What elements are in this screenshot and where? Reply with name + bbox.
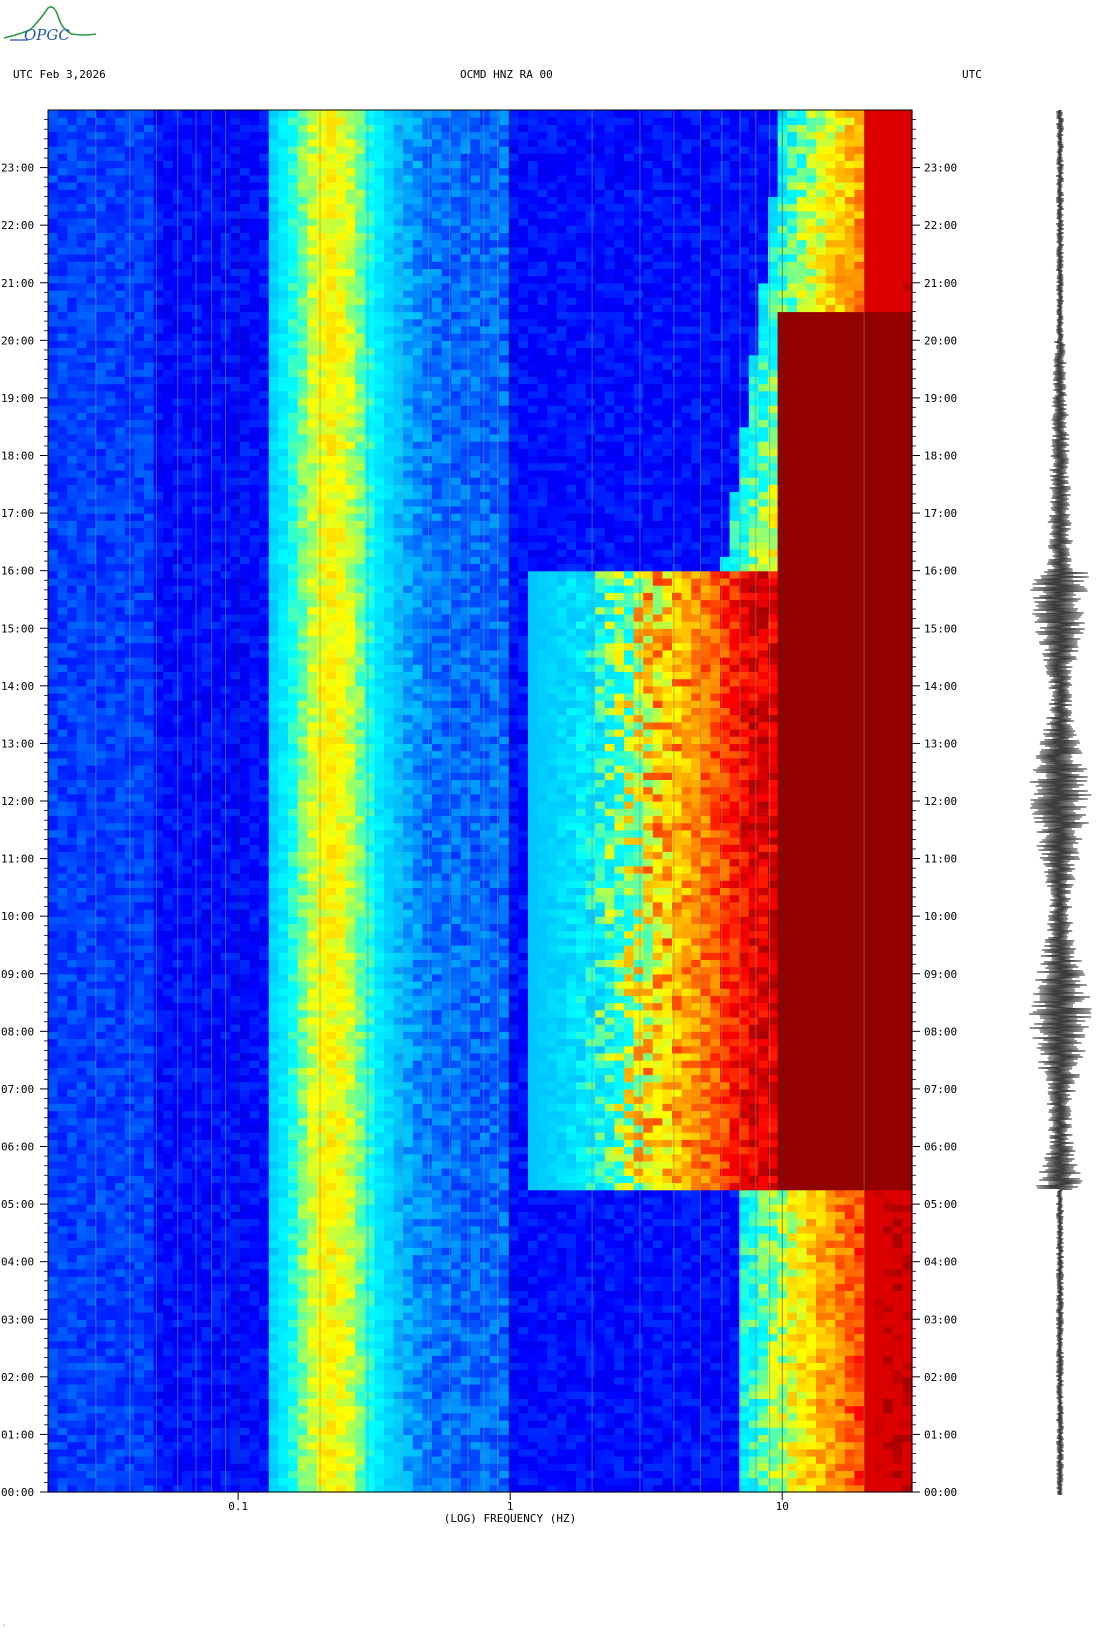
y-tick-label-left: 22:00 (1, 219, 34, 232)
y-tick-label-right: 13:00 (924, 737, 957, 750)
x-tick-label: 0.1 (228, 1500, 248, 1513)
y-tick-label-right: 22:00 (924, 219, 957, 232)
seismogram-trace (1028, 110, 1092, 1495)
y-tick-label-left: 04:00 (1, 1256, 34, 1269)
y-tick-label-right: 10:00 (924, 910, 957, 923)
y-tick-label-right: 11:00 (924, 853, 957, 866)
y-tick-label-left: 02:00 (1, 1371, 34, 1384)
y-tick-label-left: 16:00 (1, 565, 34, 578)
y-tick-label-right: 04:00 (924, 1256, 957, 1269)
y-tick-label-right: 21:00 (924, 277, 957, 290)
y-tick-label-right: 03:00 (924, 1313, 957, 1326)
y-tick-label-left: 14:00 (1, 680, 34, 693)
y-tick-label-left: 11:00 (1, 853, 34, 866)
y-tick-label-left: 09:00 (1, 968, 34, 981)
seismogram-line (1028, 110, 1092, 1495)
y-tick-label-right: 08:00 (924, 1025, 957, 1038)
y-tick-label-left: 07:00 (1, 1083, 34, 1096)
x-tick-label: 10 (776, 1500, 789, 1513)
y-tick-label-left: 19:00 (1, 392, 34, 405)
y-tick-label-left: 13:00 (1, 737, 34, 750)
y-tick-label-right: 18:00 (924, 450, 957, 463)
y-tick-label-left: 01:00 (1, 1428, 34, 1441)
y-tick-label-right: 23:00 (924, 162, 957, 175)
y-tick-label-left: 03:00 (1, 1313, 34, 1326)
y-tick-label-right: 02:00 (924, 1371, 957, 1384)
y-tick-label-right: 20:00 (924, 334, 957, 347)
y-tick-label-right: 15:00 (924, 622, 957, 635)
y-tick-label-left: 20:00 (1, 334, 34, 347)
y-tick-label-right: 14:00 (924, 680, 957, 693)
y-tick-label-left: 18:00 (1, 450, 34, 463)
y-tick-label-right: 09:00 (924, 968, 957, 981)
y-tick-label-left: 05:00 (1, 1198, 34, 1211)
y-tick-label-right: 05:00 (924, 1198, 957, 1211)
y-tick-label-left: 12:00 (1, 795, 34, 808)
y-tick-label-right: 12:00 (924, 795, 957, 808)
y-tick-label-left: 17:00 (1, 507, 34, 520)
x-axis-label: (LOG) FREQUENCY (HZ) (444, 1512, 576, 1525)
y-tick-label-left: 00:00 (1, 1486, 34, 1499)
y-tick-label-left: 23:00 (1, 162, 34, 175)
y-tick-label-right: 07:00 (924, 1083, 957, 1096)
y-tick-label-right: 00:00 (924, 1486, 957, 1499)
spectrogram-chart: 00:00 00:00 01:00 01:00 02:00 02:00 03:00 03:00… (1, 109, 957, 1525)
y-tick-label-left: 06:00 (1, 1141, 34, 1154)
y-tick-label-right: 01:00 (924, 1428, 957, 1441)
y-tick-label-left: 08:00 (1, 1025, 34, 1038)
y-tick-label-right: 19:00 (924, 392, 957, 405)
y-tick-label-right: 16:00 (924, 565, 957, 578)
corner-mark: · (2, 1622, 6, 1629)
y-tick-label-right: 17:00 (924, 507, 957, 520)
y-tick-label-left: 10:00 (1, 910, 34, 923)
y-tick-label-left: 15:00 (1, 622, 34, 635)
y-tick-label-right: 06:00 (924, 1141, 957, 1154)
y-tick-label-left: 21:00 (1, 277, 34, 290)
